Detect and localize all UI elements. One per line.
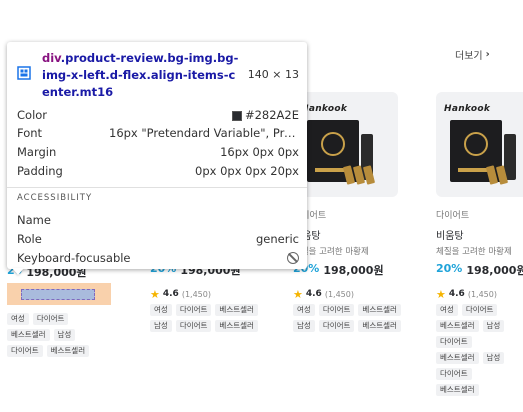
tag: 베스트셀러 <box>215 304 258 316</box>
row-label: Role <box>17 232 42 246</box>
style-row-color: Color #282A2E <box>17 106 299 124</box>
product-card[interactable]: Hankook 다이어트 비움탕 체질을 고려한 마황제 20% 198,000… <box>293 92 403 332</box>
star-icon: ★ <box>293 287 303 301</box>
star-icon: ★ <box>436 287 446 301</box>
style-row-margin: Margin 16px 0px 0px <box>17 143 299 161</box>
price: 198,000원 <box>466 264 523 277</box>
rating-score: 4.6 <box>162 289 179 299</box>
tag: 다이어트 <box>436 368 472 380</box>
selector-tag: div <box>42 51 61 65</box>
tag: 다이어트 <box>7 345 43 357</box>
brand-logo: Hankook <box>301 104 348 114</box>
color-value: #282A2E <box>244 108 299 122</box>
tag: 여성 <box>150 304 172 316</box>
review-count: (1,450) <box>181 289 211 299</box>
review-count: (1,450) <box>467 289 497 299</box>
product-desc: 체질을 고려한 마황제 <box>293 247 369 257</box>
tag: 남성 <box>482 352 505 364</box>
row-label: Keyboard-focusable <box>17 251 131 265</box>
product-desc: 체질을 고려한 마황제 <box>436 247 512 257</box>
tag: 다이어트 <box>175 320 212 332</box>
element-selector: div.product-review.bg-img.bg-img-x-left.… <box>42 50 242 101</box>
tag-list: 여성 다이어트 베스트셀러 남성 다이어트 베스트셀러 남성 다이어트 베스트셀… <box>436 304 506 396</box>
row-label: Color <box>17 108 48 122</box>
tag: 베스트셀러 <box>358 304 401 316</box>
product-review-highlight <box>7 283 111 305</box>
tooltip-arrow <box>12 268 24 275</box>
a11y-row-keyboard-focusable: Keyboard-focusable <box>17 249 299 267</box>
discount-rate: 20% <box>436 262 463 275</box>
tag: 다이어트 <box>318 320 355 332</box>
row-value: generic <box>256 232 299 246</box>
tooltip-header: div.product-review.bg-img.bg-img-x-left.… <box>17 50 299 102</box>
tag: 베스트셀러 <box>436 352 479 364</box>
page: 더보기 › 20% 198,000원 ★ 4.6 (1,450) 여성 다이어트… <box>0 0 523 412</box>
tag: 베스트셀러 <box>46 345 90 357</box>
tag: 다이어트 <box>318 304 355 316</box>
element-layout-icon <box>17 66 31 80</box>
price-row: 20% 198,000원 <box>293 262 403 277</box>
tooltip-divider <box>7 187 307 188</box>
row-label: Font <box>17 126 43 140</box>
tag: 베스트셀러 <box>215 320 258 332</box>
tag: 남성 <box>293 320 315 332</box>
tag-list: 여성 다이어트 베스트셀러 남성 다이어트 베스트셀러 <box>7 313 111 357</box>
rating-row: ★ 4.6 (1,450) <box>150 287 260 301</box>
rating-row: ★ 4.6 (1,450) <box>436 287 523 301</box>
product-category: 다이어트 <box>293 211 327 221</box>
not-allowed-icon <box>287 252 299 264</box>
more-link[interactable]: 더보기 › <box>455 47 490 62</box>
tag: 다이어트 <box>175 304 212 316</box>
a11y-row-role: Role generic <box>17 230 299 248</box>
tag-list: 여성 다이어트 베스트셀러 남성 다이어트 베스트셀러 <box>293 304 403 332</box>
star-icon: ★ <box>150 287 160 301</box>
tag: 남성 <box>482 320 505 332</box>
price-row: 20% 198,000원 <box>436 262 523 277</box>
chevron-right-icon: › <box>485 49 490 60</box>
rating-row: ★ 4.6 (1,450) <box>293 287 403 301</box>
tag: 다이어트 <box>436 336 472 348</box>
row-label: Margin <box>17 145 57 159</box>
row-label: Padding <box>17 164 63 178</box>
row-label: Name <box>17 213 51 227</box>
tag: 다이어트 <box>461 304 498 316</box>
product-name: 비움탕 <box>293 227 403 240</box>
tag: 남성 <box>150 320 172 332</box>
rating-score: 4.6 <box>305 289 322 299</box>
tag: 베스트셀러 <box>358 320 401 332</box>
tag: 다이어트 <box>32 313 69 325</box>
product-category: 다이어트 <box>436 211 470 221</box>
tag: 베스트셀러 <box>436 384 479 396</box>
element-dimensions: 140 × 13 <box>247 68 299 81</box>
row-value: #282A2E <box>231 108 299 122</box>
price: 198,000원 <box>323 264 384 277</box>
style-row-font: Font 16px "Pretendard Variable", Pretend… <box>17 124 299 142</box>
row-value: 0px 0px 0px 20px <box>195 164 299 178</box>
devtools-inspect-tooltip: div.product-review.bg-img.bg-img-x-left.… <box>7 42 307 275</box>
tag: 베스트셀러 <box>436 320 479 332</box>
accessibility-section-title: ACCESSIBILITY <box>17 193 93 203</box>
more-label: 더보기 <box>455 51 483 62</box>
row-value: 16px 0px 0px <box>220 145 299 159</box>
rating-score: 4.6 <box>448 289 465 299</box>
a11y-row-name: Name <box>17 211 299 229</box>
brand-logo: Hankook <box>444 104 491 114</box>
row-value: 16px "Pretendard Variable", Pretendard,… <box>109 126 299 140</box>
tag: 여성 <box>7 313 29 325</box>
highlight-content-box <box>21 289 95 300</box>
tag: 남성 <box>53 329 76 341</box>
tag-list: 여성 다이어트 베스트셀러 남성 다이어트 베스트셀러 <box>150 304 260 332</box>
product-card[interactable]: Hankook 다이어트 비움탕 체질을 고려한 마황제 20% 198,000… <box>436 92 523 396</box>
product-image[interactable]: Hankook <box>293 92 398 197</box>
review-count: (1,450) <box>324 289 354 299</box>
product-image[interactable]: Hankook <box>436 92 523 197</box>
product-name: 비움탕 <box>436 231 464 240</box>
tag: 여성 <box>436 304 458 316</box>
style-row-padding: Padding 0px 0px 0px 20px <box>17 162 299 180</box>
tag: 여성 <box>293 304 315 316</box>
tag: 베스트셀러 <box>7 329 50 341</box>
selector-classes: .product-review.bg-img.bg-img-x-left.d-f… <box>42 51 239 99</box>
color-swatch <box>231 110 242 121</box>
